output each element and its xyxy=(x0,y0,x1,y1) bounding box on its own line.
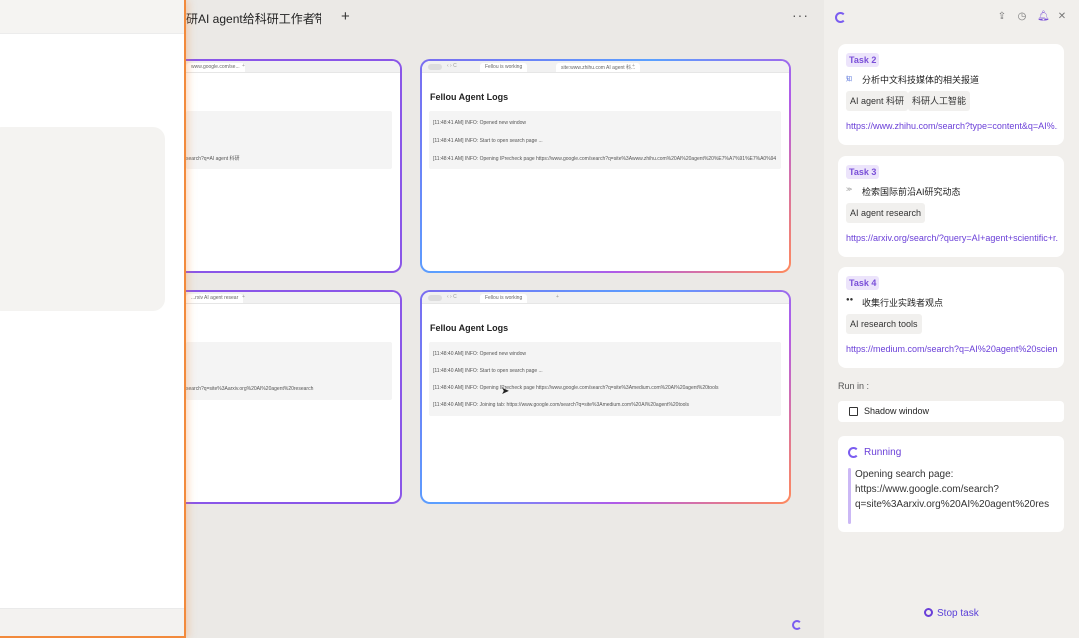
running-line: Opening search page: xyxy=(855,469,954,480)
agent-log-window[interactable]: ‹ › C Fellou is working site:www.zhihu.c… xyxy=(420,59,791,273)
page-snippet: search?q=site%3Aarxiv.org%20AI%20agent%2… xyxy=(186,386,314,392)
log-line: [11:48:40 AM] INFO: Start to open search… xyxy=(433,368,543,374)
log-line: [11:48:41 AM] INFO: Opened new window xyxy=(433,120,527,126)
window-chrome: ‹ › C Fellou is working site:www.zhihu.c… xyxy=(422,61,789,73)
sidebar-header: ⇪ ◷ 🔔︎ ✕ xyxy=(824,0,1079,34)
new-tab-button[interactable]: + xyxy=(341,8,350,25)
window-chrome: ‹ › C Fellou is working + xyxy=(422,292,789,304)
stop-task-button[interactable]: Stop task xyxy=(924,608,979,619)
keyword-chip[interactable]: AI agent research xyxy=(846,203,926,223)
left-overlay-panel xyxy=(0,0,186,638)
history-icon[interactable]: ◷ xyxy=(1017,11,1027,22)
run-in-label: Run in : xyxy=(838,381,870,391)
window-tab: www.google.com/se... xyxy=(186,63,245,72)
medium-icon: ●● xyxy=(846,297,854,303)
window-tab: Fellou is working xyxy=(480,294,528,303)
task-badge: Task 2 xyxy=(846,53,880,67)
task-title: 分析中文科技媒体的相关报道 xyxy=(862,75,980,85)
keyword-chip[interactable]: AI agent 科研 xyxy=(846,91,909,111)
agent-log-window[interactable]: ‹ › C Fellou is working + Fellou Agent L… xyxy=(420,290,791,504)
window-controls xyxy=(428,64,442,70)
loading-spinner-icon xyxy=(835,12,846,23)
task-title: 检索国际前沿AI研究动态 xyxy=(862,187,961,197)
task-card[interactable]: Task 4 ●● 收集行业实践者观点 AI research tools ht… xyxy=(838,267,1064,368)
agent-sidebar: ⇪ ◷ 🔔︎ ✕ Task 2 知 分析中文科技媒体的相关报道 AI agent… xyxy=(824,0,1079,638)
left-panel-card xyxy=(0,127,165,311)
left-panel-header xyxy=(0,0,184,34)
running-line: q=site%3Aarxiv.org%20AI%20agent%20res xyxy=(855,499,1050,510)
more-options-button[interactable]: ··· xyxy=(792,7,809,23)
window-controls xyxy=(428,295,442,301)
log-box: [11:48:41 AM] INFO: Opened new window [1… xyxy=(429,111,781,169)
nav-arrows: ‹ › C xyxy=(447,294,457,300)
arxiv-icon: ≫ xyxy=(846,187,853,193)
mouse-cursor-icon: ➤ xyxy=(501,386,510,397)
running-status: Running xyxy=(864,447,902,458)
share-icon[interactable]: ⇪ xyxy=(997,11,1007,22)
quote-bar xyxy=(848,468,851,524)
zhihu-icon: 知 xyxy=(846,77,853,83)
task-title: 收集行业实践者观点 xyxy=(862,298,944,308)
log-line: [11:48:41 AM] INFO: Opening IPrecheck pa… xyxy=(433,156,777,162)
keyword-chip[interactable]: AI research tools xyxy=(846,314,922,334)
tab-strip: 研AI agent给科研工作者带来 × + ··· xyxy=(186,0,824,36)
window-icon xyxy=(849,407,858,416)
task-link[interactable]: https://arxiv.org/search/?query=AI+agent… xyxy=(846,233,1058,243)
window-chrome: ...rxiv AI agent resear + xyxy=(186,292,400,304)
window-tab: Fellou is working xyxy=(480,63,528,72)
new-tab-icon: + xyxy=(242,294,245,300)
tab-title[interactable]: 研AI agent给科研工作者带来 xyxy=(186,10,321,27)
log-line: [11:48:40 AM] INFO: Opening IPrecheck pa… xyxy=(433,385,719,391)
running-spinner-icon xyxy=(848,447,859,458)
log-line: [11:48:41 AM] INFO: Start to open search… xyxy=(433,138,543,144)
task-link[interactable]: https://medium.com/search?q=AI%20agent%2… xyxy=(846,344,1058,354)
stop-icon xyxy=(924,608,933,617)
notification-bell-icon[interactable]: 🔔︎ xyxy=(1037,11,1050,22)
browser-window-thumbnail[interactable]: ...rxiv AI agent resear + search?q=site%… xyxy=(186,290,402,504)
task-link[interactable]: https://www.zhihu.com/search?type=conten… xyxy=(846,121,1058,131)
shadow-window-label: Shadow window xyxy=(864,406,930,416)
log-line: [11:48:40 AM] INFO: Opened new window xyxy=(433,351,527,357)
stop-task-label: Stop task xyxy=(937,608,979,619)
task-card[interactable]: Task 2 知 分析中文科技媒体的相关报道 AI agent 科研 科研人工智… xyxy=(838,44,1064,145)
shadow-window-button[interactable]: Shadow window xyxy=(838,401,1064,422)
running-status-card: Running Opening search page: https://www… xyxy=(838,436,1064,532)
keyword-chip[interactable]: 科研人工智能 xyxy=(908,91,971,111)
window-chrome: www.google.com/se... + xyxy=(186,61,400,73)
left-panel-footer xyxy=(0,608,184,636)
task-card[interactable]: Task 3 ≫ 检索国际前沿AI研究动态 AI agent research … xyxy=(838,156,1064,257)
page-snippet: search?q=AI agent 科研 xyxy=(186,156,240,162)
task-badge: Task 3 xyxy=(846,165,880,179)
log-box: [11:48:40 AM] INFO: Opened new window [1… xyxy=(429,342,781,416)
close-icon[interactable]: ✕ xyxy=(1057,11,1067,22)
log-heading: Fellou Agent Logs xyxy=(430,323,509,333)
tab-close-icon[interactable]: × xyxy=(312,10,318,22)
log-heading: Fellou Agent Logs xyxy=(430,92,509,102)
log-line: [11:48:40 AM] INFO: Joining tab: https:/… xyxy=(433,402,690,408)
running-line: https://www.google.com/search? xyxy=(855,484,999,495)
window-tab: site:www.zhihu.com AI agent 科... xyxy=(556,63,641,72)
new-tab-icon: + xyxy=(632,63,635,69)
window-tab: ...rxiv AI agent resear xyxy=(186,294,244,303)
nav-arrows: ‹ › C xyxy=(447,63,457,69)
loading-indicator-icon xyxy=(792,620,802,630)
new-tab-icon: + xyxy=(242,63,245,69)
new-tab-icon: + xyxy=(556,294,559,300)
task-badge: Task 4 xyxy=(846,276,880,290)
browser-window-thumbnail[interactable]: www.google.com/se... + search?q=AI agent… xyxy=(186,59,402,273)
